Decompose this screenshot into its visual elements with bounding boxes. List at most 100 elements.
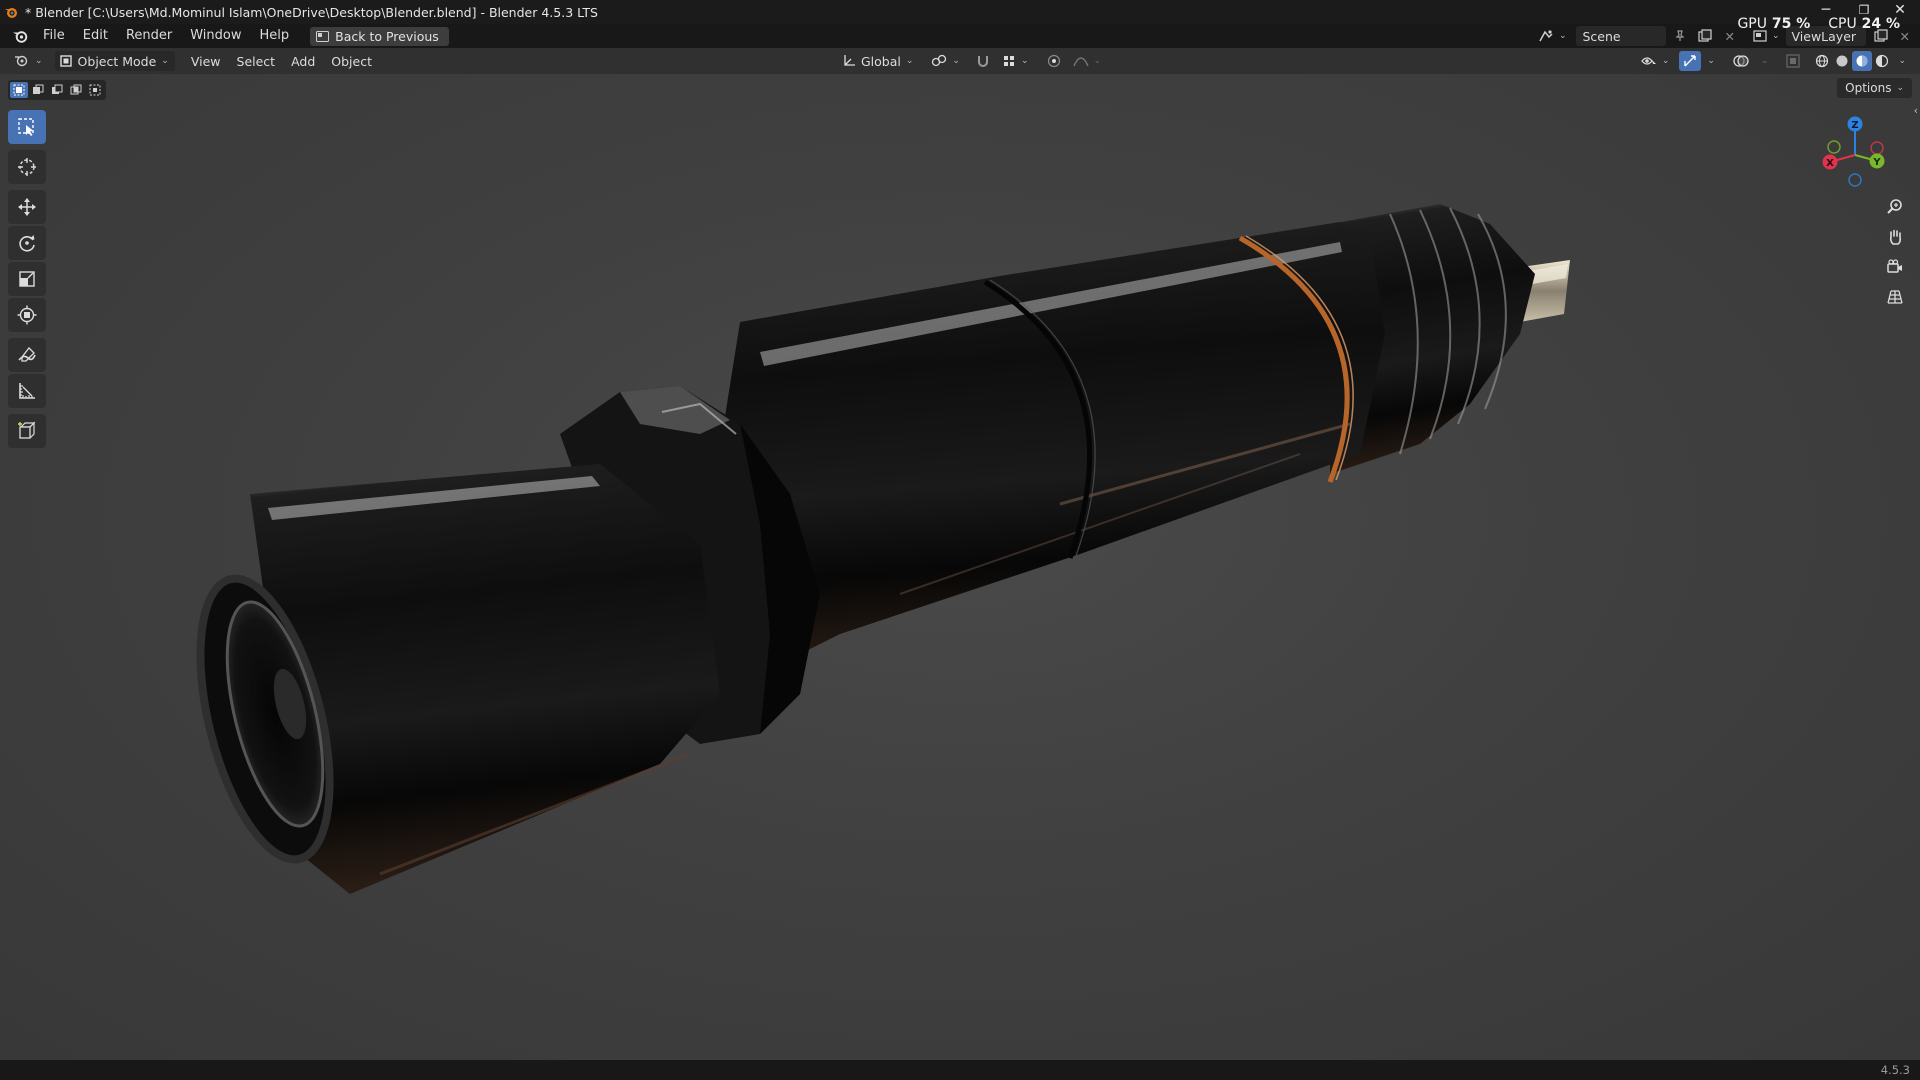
editor-type-button[interactable]: ⌄ [8, 51, 49, 71]
falloff-dropdown[interactable]: ⌄ [1067, 51, 1108, 71]
selectability-visibility-dropdown[interactable]: ⌄ [1635, 51, 1676, 71]
options-dropdown[interactable]: Options ⌄ [1837, 78, 1912, 98]
orientation-label: Global [861, 53, 901, 69]
show-gizmo-toggle[interactable] [1679, 51, 1702, 71]
blender-app-icon [5, 8, 17, 18]
cpu-stat: CPU 24 % [1828, 16, 1900, 32]
back-to-previous-button[interactable]: Back to Previous [310, 26, 449, 46]
rotate-icon[interactable] [8, 226, 46, 260]
gizmo-neg-y-icon[interactable] [1827, 140, 1841, 154]
gizmo-neg-x-icon[interactable] [1870, 141, 1884, 155]
add-cube-icon[interactable] [8, 414, 46, 448]
tool-shelf [8, 110, 48, 450]
transform-controls: Global ⌄ ⌄ ⌄ ⌄ [836, 51, 1107, 71]
magnet-icon [977, 56, 988, 67]
shading-solid-button[interactable] [1832, 51, 1852, 71]
shading-options-dropdown[interactable]: ⌄ [1892, 51, 1912, 71]
blender-logo-icon[interactable] [6, 26, 34, 46]
menu-window[interactable]: Window [181, 25, 250, 47]
3d-viewport[interactable]: Options ⌄ ‹ Z Y X [0, 74, 1920, 1060]
shading-wireframe-button[interactable] [1812, 51, 1832, 71]
pivot-point-dropdown[interactable]: ⌄ [925, 51, 966, 71]
gizmo-y-label: Y [1872, 157, 1881, 168]
selection-mode-buttons [8, 80, 106, 100]
viewport-shading-controls: ⌄ ⌄ ⌄ ⌄ [1635, 51, 1912, 71]
scene-browse-button[interactable]: ⌄ [1532, 26, 1573, 46]
select-subtract-icon[interactable] [48, 82, 66, 98]
overlays-dropdown[interactable]: ⌄ [1755, 51, 1775, 71]
navigation-gizmo[interactable]: Z Y X [1810, 110, 1900, 200]
menu-edit[interactable]: Edit [74, 25, 117, 47]
gpu-label: GPU [1737, 16, 1767, 32]
measure-icon[interactable] [8, 374, 46, 408]
select-difference-icon[interactable] [67, 82, 85, 98]
pivot-icon [932, 54, 947, 67]
select-new-icon[interactable] [10, 82, 28, 98]
xray-icon [1786, 54, 1801, 68]
solid-sphere-icon [1836, 55, 1848, 67]
orientation-axes-icon [844, 55, 855, 66]
window-title: * Blender [C:\Users\Md.Mominul Islam\One… [25, 4, 598, 20]
gizmo-icon [1684, 55, 1697, 67]
sidebar-toggle-icon[interactable]: ‹ [1914, 104, 1918, 117]
eye-arrow-icon [1640, 57, 1656, 65]
options-label: Options [1845, 81, 1892, 95]
scene-icon [1539, 30, 1553, 42]
back-screen-icon [316, 30, 330, 42]
material-sphere-icon [1856, 55, 1868, 67]
camera-view-icon[interactable] [1880, 254, 1910, 280]
jack-connector-model[interactable] [0, 74, 1920, 1060]
menu-file[interactable]: File [34, 25, 74, 47]
cursor-icon[interactable] [8, 150, 46, 184]
menu-help[interactable]: Help [251, 25, 299, 47]
status-bar: 4.5.3 [0, 1060, 1920, 1080]
overlays-icon [1733, 55, 1749, 67]
shading-material-button[interactable] [1852, 51, 1873, 71]
transform-icon[interactable] [8, 298, 46, 332]
shading-rendered-button[interactable] [1872, 51, 1892, 71]
proportional-edit-toggle[interactable] [1041, 51, 1067, 71]
mode-dropdown[interactable]: Object Mode ⌄ [54, 51, 175, 71]
top-menu-bar: File Edit Render Window Help Back to Pre… [0, 24, 1920, 48]
move-icon[interactable] [8, 190, 46, 224]
select-intersect-icon[interactable] [86, 82, 104, 98]
ortho-grid-icon[interactable] [1880, 284, 1910, 310]
cpu-label: CPU [1828, 16, 1857, 32]
menu-view[interactable]: View [185, 51, 227, 71]
resource-monitor: GPU 75 % CPU 24 % [1737, 16, 1900, 32]
wireframe-sphere-icon [1816, 54, 1829, 68]
menu-select[interactable]: Select [231, 51, 282, 71]
version-label: 4.5.3 [1880, 1063, 1910, 1077]
viewport-header: ⌄ Object Mode ⌄ View Select Add Object G… [0, 48, 1920, 74]
connector-body [196, 204, 1535, 894]
snap-toggle[interactable] [970, 51, 996, 71]
menu-object[interactable]: Object [325, 51, 378, 71]
select-box-icon[interactable] [8, 110, 46, 144]
new-scene-icon[interactable] [1692, 26, 1718, 46]
show-overlays-toggle[interactable] [1727, 51, 1755, 71]
select-extend-icon[interactable] [29, 82, 47, 98]
cpu-value: 24 % [1861, 16, 1900, 32]
gpu-stat: GPU 75 % [1737, 16, 1810, 32]
scene-name-field[interactable]: Scene [1576, 26, 1667, 46]
menu-add[interactable]: Add [285, 51, 321, 71]
pin-scene-icon[interactable] [1668, 26, 1692, 46]
gizmo-x-label: X [1826, 158, 1834, 169]
annotate-icon[interactable] [8, 338, 46, 372]
menu-render[interactable]: Render [117, 25, 181, 47]
snap-target-dropdown[interactable]: ⌄ [996, 51, 1035, 71]
proportional-edit-icon [1047, 54, 1060, 68]
scale-icon[interactable] [8, 262, 46, 296]
object-mode-icon [59, 55, 72, 67]
back-to-previous-label: Back to Previous [335, 28, 439, 44]
transform-orientation-dropdown[interactable]: Global ⌄ [836, 51, 919, 71]
gizmo-neg-z-icon[interactable] [1848, 173, 1862, 187]
xray-toggle[interactable] [1780, 51, 1806, 71]
title-bar: * Blender [C:\Users\Md.Mominul Islam\One… [0, 0, 1920, 24]
gpu-value: 75 % [1771, 16, 1811, 32]
gizmo-dropdown[interactable]: ⌄ [1701, 51, 1721, 71]
zoom-icon[interactable] [1880, 194, 1910, 220]
pan-hand-icon[interactable] [1880, 224, 1910, 250]
falloff-curve-icon [1072, 57, 1089, 67]
3d-viewport-icon [15, 55, 28, 67]
